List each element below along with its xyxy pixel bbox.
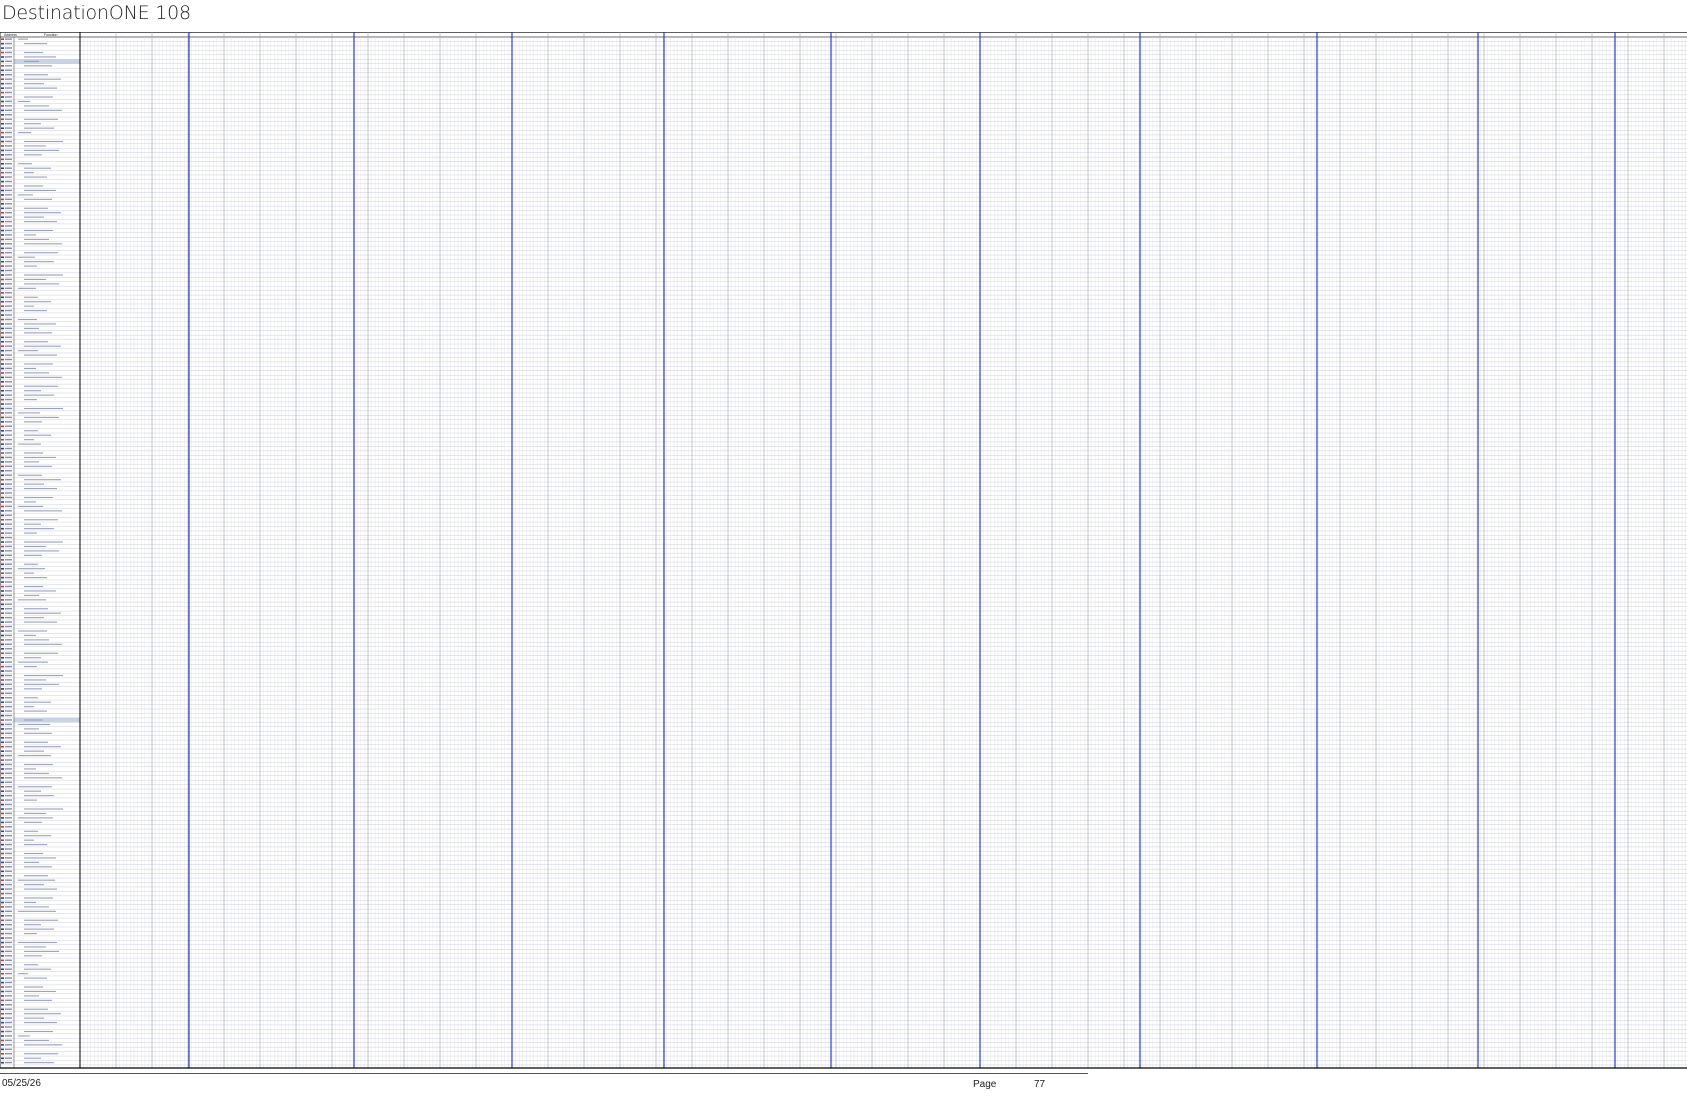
document-title: DestinationONE 108 — [2, 2, 191, 24]
footer-page-number: 77 — [1034, 1079, 1046, 1090]
footer-rule — [0, 1073, 1088, 1074]
header-function-label: Function — [44, 33, 57, 37]
header-address-label: Address — [4, 33, 17, 37]
footer-date: 05/25/26 — [2, 1078, 41, 1089]
patch-grid-sheet: Address Function — [0, 32, 1687, 1069]
footer-page-label: Page — [973, 1079, 997, 1090]
